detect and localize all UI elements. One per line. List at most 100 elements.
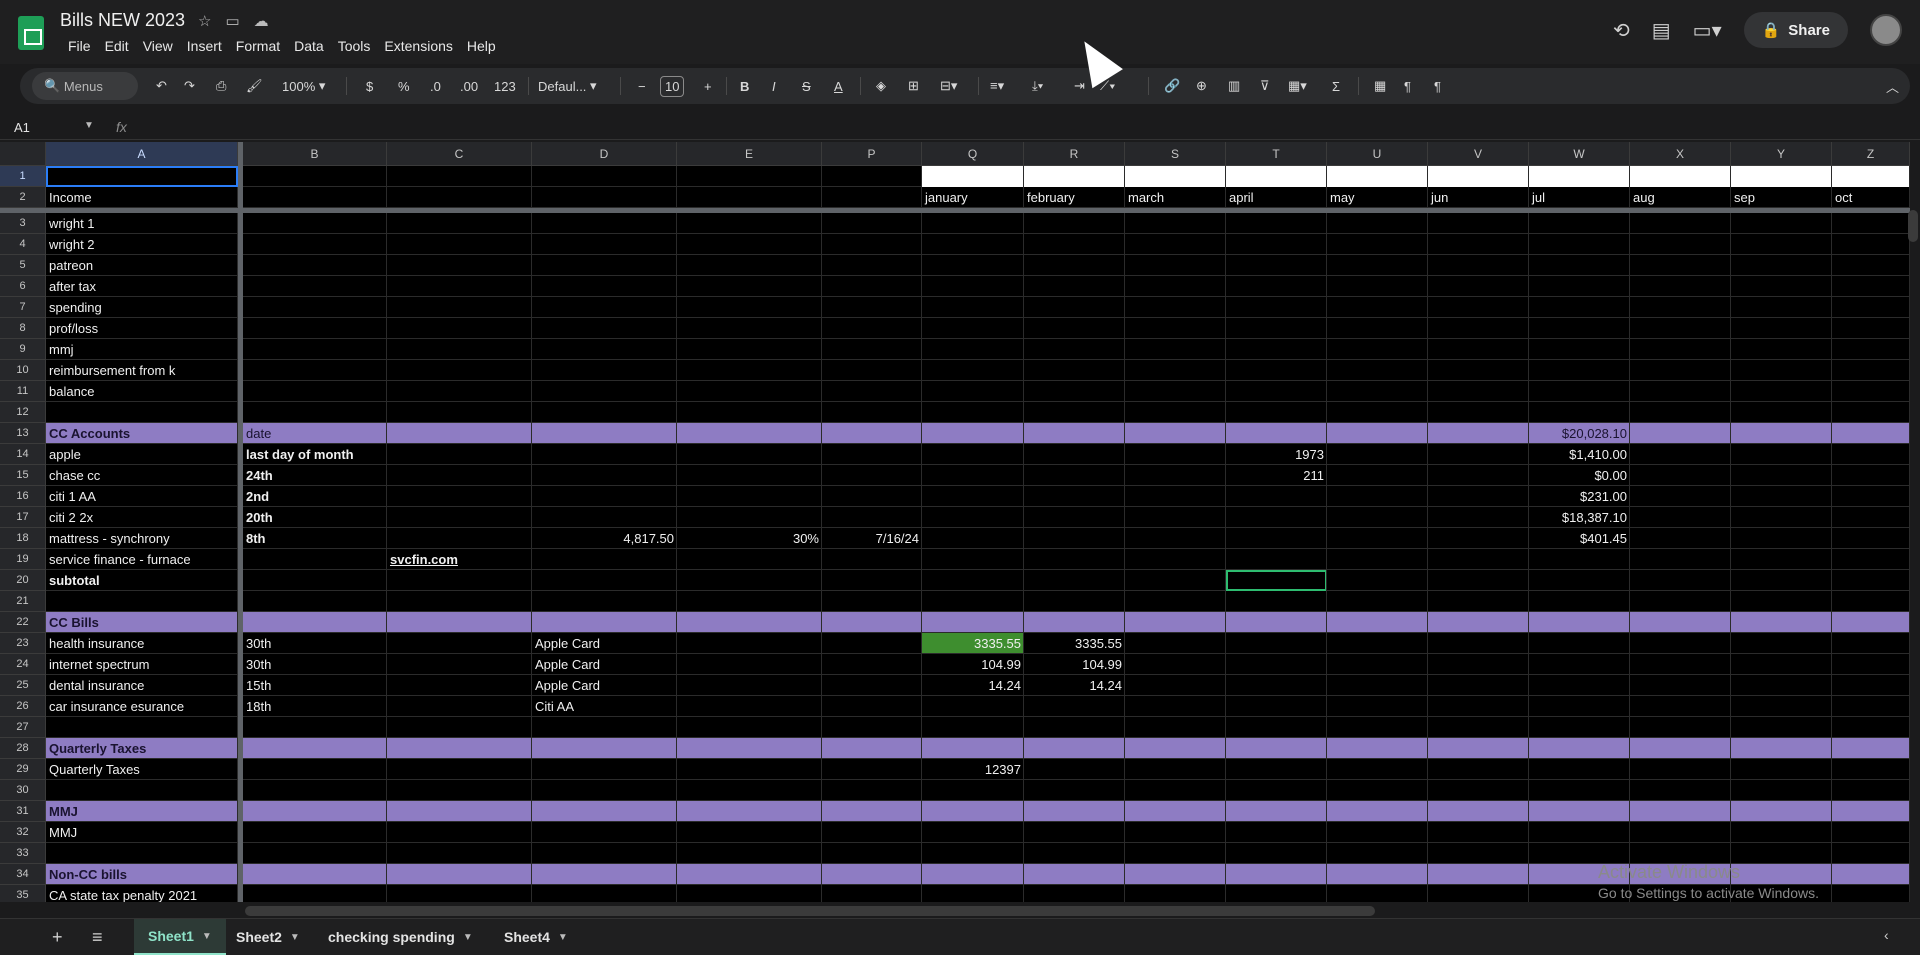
row-header-3[interactable]: 3: [0, 213, 46, 234]
cell-d24[interactable]: Apple Card: [532, 654, 677, 675]
cell-a29[interactable]: Quarterly Taxes: [46, 759, 238, 780]
cell-a11[interactable]: balance: [46, 381, 238, 402]
functions-icon[interactable]: Σ: [1332, 68, 1340, 104]
row-header-11[interactable]: 11: [0, 381, 46, 402]
percent-button[interactable]: %: [398, 68, 410, 104]
column-header-u[interactable]: U: [1327, 142, 1428, 166]
cell-w18[interactable]: $401.45: [1529, 528, 1630, 549]
menu-edit[interactable]: Edit: [99, 36, 135, 56]
cell-a9[interactable]: mmj: [46, 339, 238, 360]
frozen-column-divider[interactable]: [238, 142, 243, 902]
insert-link-icon[interactable]: 🔗: [1164, 68, 1180, 104]
cell-q25[interactable]: 14.24: [922, 675, 1024, 696]
column-header-c[interactable]: C: [387, 142, 532, 166]
column-header-x[interactable]: X: [1630, 142, 1731, 166]
column-header-w[interactable]: W: [1529, 142, 1630, 166]
document-title[interactable]: Bills NEW 2023: [60, 10, 185, 31]
sheets-logo-icon[interactable]: [18, 16, 44, 50]
month-header-oct[interactable]: oct: [1832, 187, 1910, 208]
row-header-18[interactable]: 18: [0, 528, 46, 549]
row-header-4[interactable]: 4: [0, 234, 46, 255]
cell-r23[interactable]: 3335.55: [1024, 633, 1125, 654]
cell-a20[interactable]: subtotal: [46, 570, 238, 591]
vertical-align-icon[interactable]: ⤓▾: [1032, 68, 1043, 104]
cell-w14[interactable]: $1,410.00: [1529, 444, 1630, 465]
cell-b17[interactable]: 20th: [243, 507, 387, 528]
row-header-25[interactable]: 25: [0, 675, 46, 696]
insert-chart-icon[interactable]: ▥: [1228, 68, 1240, 104]
cell-a32[interactable]: MMJ: [46, 822, 238, 843]
row-header-35[interactable]: 35: [0, 885, 46, 902]
cell-b13[interactable]: date: [243, 423, 387, 444]
redo-icon[interactable]: ↷: [184, 68, 195, 104]
column-header-s[interactable]: S: [1125, 142, 1226, 166]
menu-view[interactable]: View: [137, 36, 179, 56]
cell-r24[interactable]: 104.99: [1024, 654, 1125, 675]
cell-a19[interactable]: service finance - furnace: [46, 549, 238, 570]
cell-a23[interactable]: health insurance: [46, 633, 238, 654]
cell-a18[interactable]: mattress - synchrony: [46, 528, 238, 549]
menu-file[interactable]: File: [62, 36, 97, 56]
cell-w15[interactable]: $0.00: [1529, 465, 1630, 486]
cell-a6[interactable]: after tax: [46, 276, 238, 297]
horizontal-scrollbar[interactable]: [245, 906, 1375, 916]
month-header-january[interactable]: january: [922, 187, 1024, 208]
month-header-aug[interactable]: aug: [1630, 187, 1731, 208]
row-header-34[interactable]: 34: [0, 864, 46, 885]
row-header-28[interactable]: 28: [0, 738, 46, 759]
column-header-z[interactable]: Z: [1832, 142, 1910, 166]
column-header-r[interactable]: R: [1024, 142, 1125, 166]
horizontal-align-icon[interactable]: ≡▾: [990, 68, 1004, 104]
increase-decimal-button[interactable]: .00: [460, 68, 478, 104]
chevron-down-icon[interactable]: ▼: [463, 932, 473, 943]
comments-icon[interactable]: ▤: [1652, 18, 1671, 43]
insert-comment-icon[interactable]: ⊕: [1196, 68, 1207, 104]
month-header-sep[interactable]: sep: [1731, 187, 1832, 208]
cell-a3[interactable]: wright 1: [46, 213, 238, 234]
row-header-32[interactable]: 32: [0, 822, 46, 843]
menus-search[interactable]: 🔍 Menus: [32, 72, 138, 100]
merge-cells-icon[interactable]: ⊟▾: [940, 68, 957, 104]
cell-q23[interactable]: 3335.55: [922, 633, 1024, 654]
cell-t15[interactable]: 211: [1226, 465, 1327, 486]
cell-a16[interactable]: citi 1 AA: [46, 486, 238, 507]
column-header-a[interactable]: A: [46, 142, 238, 166]
increase-font-size-button[interactable]: +: [704, 68, 712, 104]
font-select[interactable]: Defaul... ▾: [538, 68, 597, 104]
row-header-1[interactable]: 1: [0, 166, 46, 187]
month-header-may[interactable]: may: [1327, 187, 1428, 208]
currency-button[interactable]: $: [366, 68, 373, 104]
row-header-29[interactable]: 29: [0, 759, 46, 780]
collapse-toolbar-icon[interactable]: ︿: [1886, 68, 1899, 104]
cell-d18[interactable]: 4,817.50: [532, 528, 677, 549]
sheet-tab-sheet1[interactable]: Sheet1 ▼: [134, 919, 226, 955]
cell-b26[interactable]: 18th: [243, 696, 387, 717]
text-color-icon[interactable]: A: [834, 68, 843, 104]
freeze-icon[interactable]: ▦: [1374, 68, 1386, 104]
row-header-10[interactable]: 10: [0, 360, 46, 381]
row-header-22[interactable]: 22: [0, 612, 46, 633]
month-header-february[interactable]: february: [1024, 187, 1125, 208]
row-header-20[interactable]: 20: [0, 570, 46, 591]
row-header-16[interactable]: 16: [0, 486, 46, 507]
row-header-9[interactable]: 9: [0, 339, 46, 360]
grid-corner[interactable]: [0, 142, 46, 166]
rtl-icon[interactable]: ¶: [1434, 68, 1441, 104]
column-header-y[interactable]: Y: [1731, 142, 1832, 166]
cell-a34[interactable]: Non-CC bills: [46, 864, 238, 885]
chevron-down-icon[interactable]: ▼: [558, 932, 568, 943]
cell-b25[interactable]: 15th: [243, 675, 387, 696]
row-header-24[interactable]: 24: [0, 654, 46, 675]
sheet-tab-sheet4[interactable]: Sheet4 ▼: [490, 919, 582, 955]
row-header-15[interactable]: 15: [0, 465, 46, 486]
zoom-select[interactable]: 100% ▾: [282, 68, 325, 104]
cell-b14[interactable]: last day of month: [243, 444, 387, 465]
add-sheet-icon[interactable]: +: [52, 927, 63, 948]
cell-a17[interactable]: citi 2 2x: [46, 507, 238, 528]
cell-a24[interactable]: internet spectrum: [46, 654, 238, 675]
cell-r25[interactable]: 14.24: [1024, 675, 1125, 696]
month-header-jul[interactable]: jul: [1529, 187, 1630, 208]
cell-w13[interactable]: $20,028.10: [1529, 423, 1630, 444]
row-header-2[interactable]: 2: [0, 187, 46, 208]
explore-toggle-icon[interactable]: ‹: [1884, 927, 1889, 943]
